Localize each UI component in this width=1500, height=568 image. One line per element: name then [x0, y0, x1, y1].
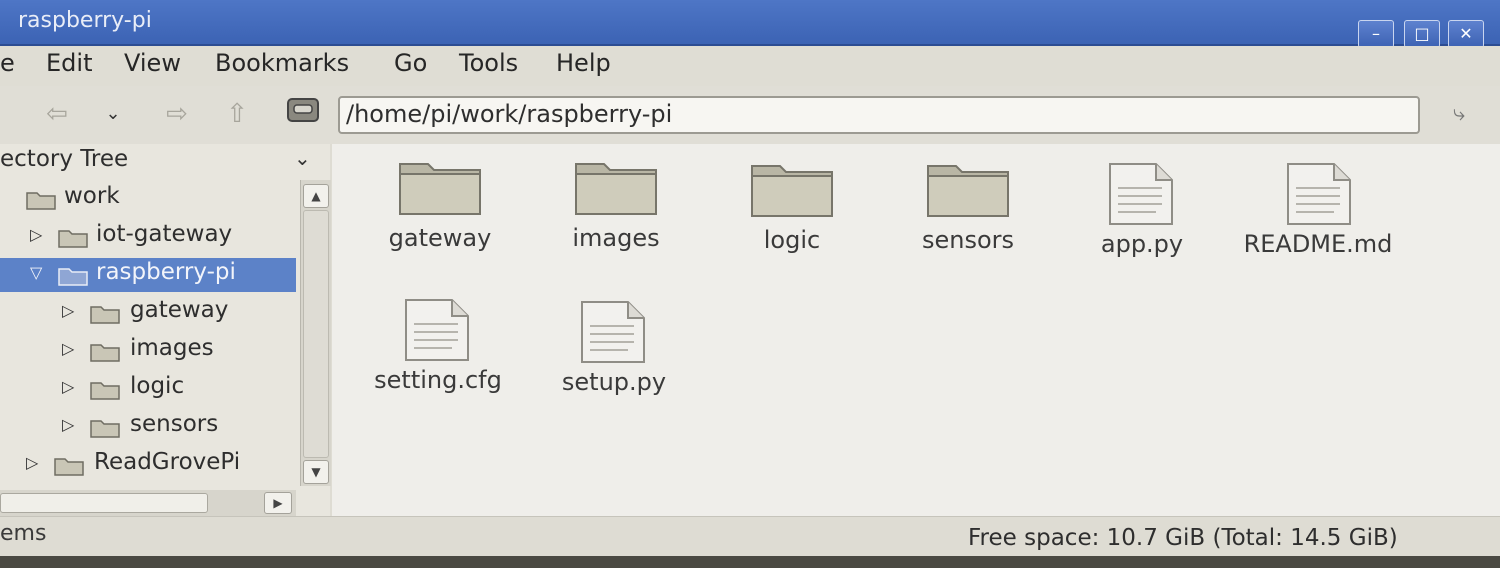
- folder-icon: [58, 268, 88, 286]
- folder-icon: [90, 382, 120, 400]
- sidebar-header[interactable]: ectory Tree ⌄: [0, 144, 330, 178]
- desktop-background-strip: [0, 556, 1500, 568]
- expand-arrow-icon[interactable]: ▷: [26, 453, 42, 472]
- scrollbar-thumb[interactable]: [303, 210, 329, 458]
- collapse-arrow-icon[interactable]: ▽: [30, 263, 46, 282]
- go-icon[interactable]: ⤷: [1438, 94, 1480, 134]
- folder-icon: [399, 163, 481, 215]
- expand-arrow-icon[interactable]: ▷: [62, 377, 78, 396]
- file-name: sensors: [921, 226, 1015, 254]
- tree-item-logic[interactable]: ▷ logic: [0, 372, 296, 406]
- minimize-button[interactable]: –: [1358, 20, 1394, 48]
- folder-icon: [751, 165, 833, 217]
- tree-item-readgrovepi[interactable]: ▷ ReadGrovePi: [0, 448, 296, 482]
- address-text: /home/pi/work/raspberry-pi: [346, 100, 673, 128]
- folder-icon: [54, 458, 84, 476]
- expand-arrow-icon[interactable]: ▷: [30, 225, 46, 244]
- home-drive-icon[interactable]: [282, 94, 324, 134]
- file-view-pane[interactable]: gateway images logic sensors app.py READ…: [332, 144, 1500, 516]
- text-file-icon: [1287, 163, 1351, 225]
- tree-item-label: ReadGrovePi: [94, 449, 241, 475]
- menu-edit[interactable]: Edit: [46, 46, 92, 86]
- scroll-down-icon[interactable]: ▼: [303, 460, 329, 484]
- file-manager-window: raspberry-pi – □ ✕ e Edit View Bookmarks…: [0, 0, 1500, 568]
- folder-icon: [26, 192, 56, 210]
- tree-item-images[interactable]: ▷ images: [0, 334, 296, 368]
- menu-help[interactable]: Help: [556, 46, 611, 86]
- tree-item-label: sensors: [130, 411, 219, 437]
- tree-item-raspberry-pi[interactable]: ▽ raspberry-pi: [0, 258, 296, 292]
- folder-icon: [58, 230, 88, 248]
- menu-tools[interactable]: Tools: [459, 46, 518, 86]
- text-file-icon: [581, 301, 645, 363]
- tree-item-label: raspberry-pi: [96, 259, 236, 285]
- folder-item-images[interactable]: images: [536, 150, 696, 290]
- folder-icon: [90, 344, 120, 362]
- file-name: README.md: [1243, 230, 1393, 258]
- close-button[interactable]: ✕: [1448, 20, 1484, 48]
- back-icon[interactable]: ⇦: [36, 94, 78, 134]
- tree-item-label: gateway: [130, 297, 229, 323]
- scroll-right-icon[interactable]: ▶: [264, 492, 292, 514]
- directory-tree-pane: ectory Tree ⌄ work ▷ iot-gateway ▽ raspb…: [0, 144, 331, 516]
- tree-horizontal-scrollbar[interactable]: ▶: [0, 490, 296, 516]
- item-count: ems: [0, 521, 47, 546]
- expand-arrow-icon[interactable]: ▷: [62, 339, 78, 358]
- minimize-icon: –: [1372, 24, 1380, 43]
- chevron-down-icon[interactable]: ⌄: [294, 146, 311, 170]
- folder-icon: [575, 163, 657, 215]
- tree-item-label: logic: [130, 373, 185, 399]
- menu-view[interactable]: View: [124, 46, 181, 86]
- menu-bookmarks[interactable]: Bookmarks: [215, 46, 349, 86]
- file-item-setting-cfg[interactable]: setting.cfg: [358, 292, 518, 432]
- expand-arrow-icon[interactable]: ▷: [62, 415, 78, 434]
- folder-item-gateway[interactable]: gateway: [360, 150, 520, 290]
- tree-item-work[interactable]: work: [0, 182, 296, 216]
- status-bar: ems Free space: 10.7 GiB (Total: 14.5 Gi…: [0, 516, 1500, 557]
- menu-file[interactable]: e: [0, 46, 15, 86]
- maximize-icon: □: [1414, 24, 1430, 43]
- maximize-button[interactable]: □: [1404, 20, 1440, 48]
- close-icon: ✕: [1459, 24, 1473, 43]
- file-name: setup.py: [561, 368, 667, 396]
- free-space-info: Free space: 10.7 GiB (Total: 14.5 GiB): [968, 525, 1398, 551]
- scrollbar-thumb[interactable]: [0, 493, 208, 513]
- folder-icon: [90, 420, 120, 438]
- file-item-readme-md[interactable]: README.md: [1240, 156, 1400, 296]
- window-title: raspberry-pi: [18, 8, 152, 33]
- tree-item-gateway[interactable]: ▷ gateway: [0, 296, 296, 330]
- expand-arrow-icon[interactable]: ▷: [62, 301, 78, 320]
- text-file-icon: [1109, 163, 1173, 225]
- file-item-app-py[interactable]: app.py: [1062, 156, 1222, 296]
- address-bar[interactable]: /home/pi/work/raspberry-pi: [338, 96, 1420, 134]
- file-name: gateway: [388, 224, 492, 252]
- menu-go[interactable]: Go: [394, 46, 427, 86]
- tree-item-label: images: [130, 335, 214, 361]
- directory-tree: work ▷ iot-gateway ▽ raspberry-pi ▷ gate…: [0, 182, 300, 482]
- file-name: setting.cfg: [374, 366, 502, 394]
- folder-icon: [90, 306, 120, 324]
- tree-item-label: iot-gateway: [96, 221, 233, 247]
- folder-icon: [927, 165, 1009, 217]
- up-icon[interactable]: ⇧: [216, 94, 258, 134]
- tree-item-sensors[interactable]: ▷ sensors: [0, 410, 296, 444]
- file-name: logic: [763, 226, 821, 254]
- file-name: images: [572, 224, 660, 252]
- tree-vertical-scrollbar[interactable]: ▲ ▼: [300, 180, 331, 486]
- file-name: app.py: [1100, 230, 1184, 258]
- history-dropdown-icon[interactable]: ⌄: [92, 94, 134, 134]
- scroll-up-icon[interactable]: ▲: [303, 184, 329, 208]
- text-file-icon: [405, 299, 469, 361]
- file-item-setup-py[interactable]: setup.py: [534, 294, 694, 434]
- toolbar: ⇦ ⌄ ⇨ ⇧ /home/pi/work/raspberry-pi ⤷: [0, 86, 1500, 144]
- forward-icon[interactable]: ⇨: [156, 94, 198, 134]
- tree-item-label: work: [64, 183, 120, 209]
- title-bar[interactable]: raspberry-pi – □ ✕: [0, 0, 1500, 48]
- tree-item-iot-gateway[interactable]: ▷ iot-gateway: [0, 220, 296, 254]
- sidebar-header-label: ectory Tree: [0, 146, 129, 172]
- menu-bar: e Edit View Bookmarks Go Tools Help: [0, 46, 1500, 86]
- folder-item-logic[interactable]: logic: [712, 152, 872, 292]
- folder-item-sensors[interactable]: sensors: [888, 152, 1048, 292]
